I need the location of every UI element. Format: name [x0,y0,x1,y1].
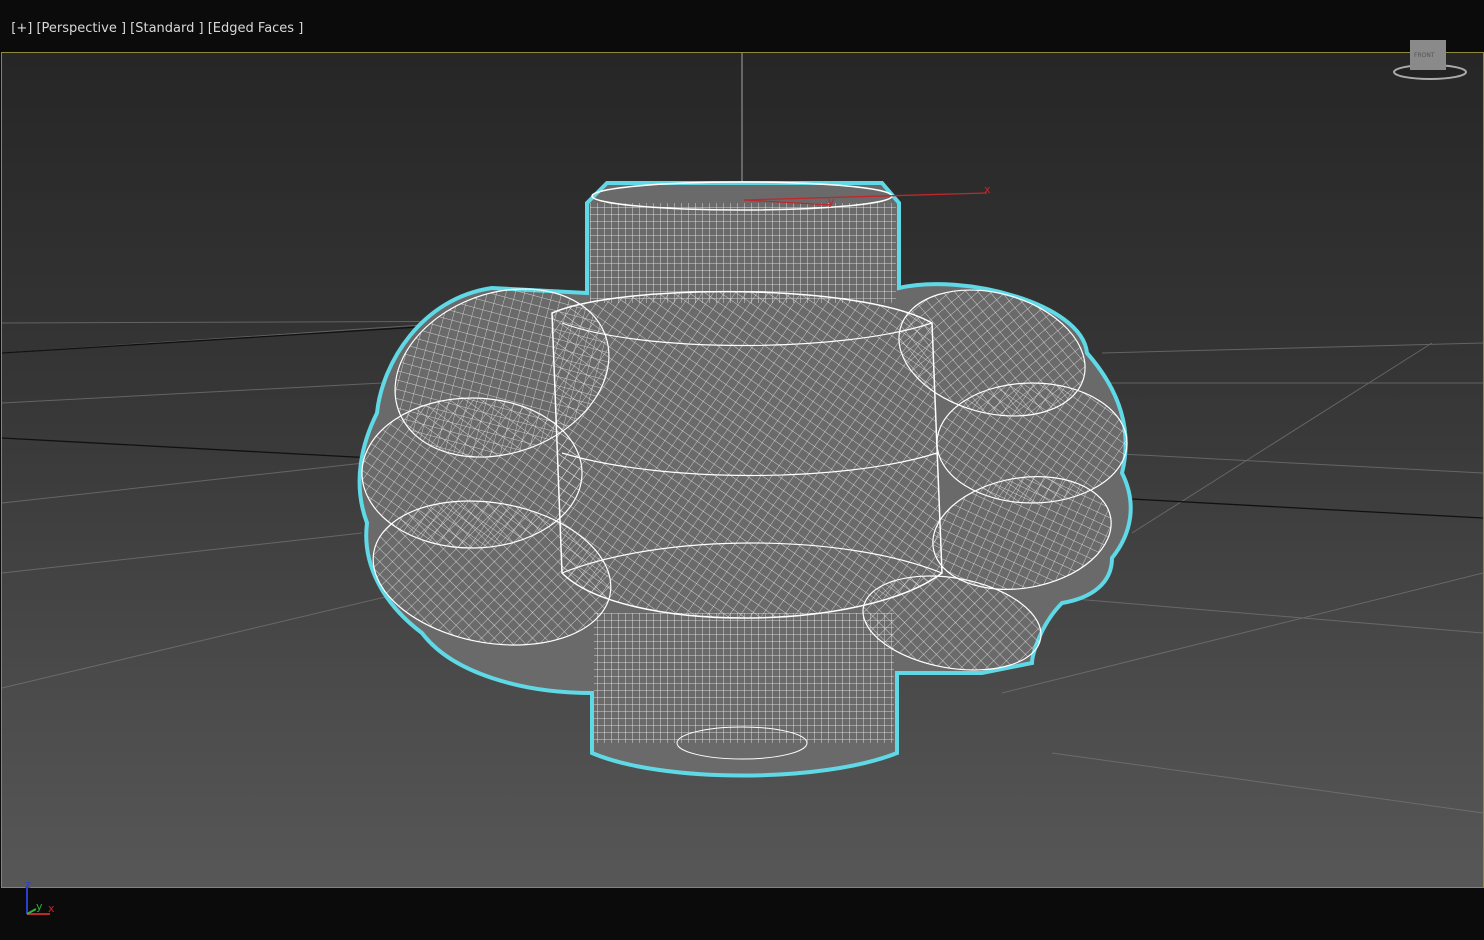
gizmo-y-label: y [828,195,835,208]
scene-canvas [2,53,1483,814]
wireframe-object[interactable] [357,181,1133,778]
tripod-y-label: y [36,900,43,913]
viewcube[interactable]: FRONT [1392,38,1470,82]
tripod-z-label: z [25,878,31,891]
view-type-button[interactable]: [Perspective ] [36,21,126,36]
display-mode-button[interactable]: [Edged Faces ] [208,21,304,36]
axis-tripod: z y x [20,878,70,922]
viewcube-ring-icon [1393,40,1467,80]
viewcube-front-face[interactable]: FRONT [1414,52,1435,59]
viewport-label-menu: [+] [Perspective ] [Standard ] [Edged Fa… [3,6,303,36]
perspective-viewport[interactable]: x y [1,52,1484,888]
shading-mode-button[interactable]: [Standard ] [130,21,203,36]
tripod-x-label: x [48,902,55,915]
viewport-menu-button[interactable]: [+] [11,21,32,36]
gizmo-x-label: x [984,183,991,196]
